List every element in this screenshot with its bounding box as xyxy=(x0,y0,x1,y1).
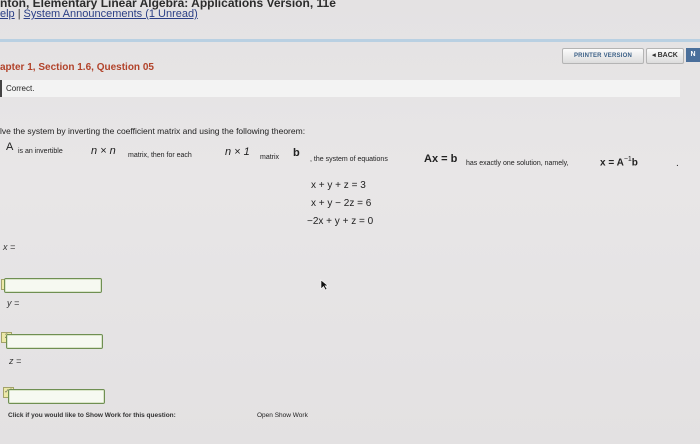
help-link[interactable]: elp xyxy=(0,8,15,20)
show-work-prompt: Click if you would like to Show Work for… xyxy=(8,412,176,419)
x-answer-input[interactable] xyxy=(4,278,102,293)
x-label: x = xyxy=(3,242,16,252)
theorem-axb: Ax = b xyxy=(424,153,457,165)
theorem-text-4: , the system of equations xyxy=(310,156,388,163)
theorem-period: . xyxy=(676,158,679,169)
back-button[interactable]: ◂ BACK xyxy=(646,48,684,64)
theorem-solution: x = A−1b xyxy=(600,156,638,168)
equation-1: x + y + z = 3 xyxy=(311,180,366,191)
open-show-work-link[interactable]: Open Show Work xyxy=(257,412,308,419)
z-answer-input[interactable] xyxy=(8,389,105,404)
equation-3: −2x + y + z = 0 xyxy=(307,216,374,227)
printer-version-button[interactable]: PRINTER VERSION xyxy=(562,48,644,64)
theorem-axb-text: Ax = b xyxy=(424,153,458,165)
system-announcements-link[interactable]: System Announcements (1 Unread) xyxy=(24,8,198,20)
theorem-inverse-exponent: −1 xyxy=(623,156,632,163)
status-message: Correct. xyxy=(0,80,680,97)
top-links: elp | System Announcements (1 Unread) xyxy=(0,8,198,20)
equation-2: x + y − 2z = 6 xyxy=(311,198,372,209)
next-button[interactable]: N xyxy=(686,48,700,62)
y-answer-input[interactable] xyxy=(6,334,103,349)
z-label: z = xyxy=(9,356,22,366)
theorem-text-5: has exactly one solution, namely, xyxy=(466,160,569,167)
y-label: y = xyxy=(7,298,20,308)
theorem-matrix-a: A xyxy=(6,141,14,153)
theorem-solution-b: b xyxy=(631,157,638,169)
theorem-nxn: n × n xyxy=(91,145,116,157)
instructions-text: lve the system by inverting the coeffici… xyxy=(0,126,306,136)
link-separator: | xyxy=(17,8,21,20)
theorem-solution-lhs: x = A xyxy=(600,157,624,169)
theorem-text-1: is an invertible xyxy=(18,148,63,155)
header-divider xyxy=(0,39,700,42)
theorem-nx1: n × 1 xyxy=(225,146,250,158)
section-title: apter 1, Section 1.6, Question 05 xyxy=(0,62,154,73)
mouse-cursor-icon xyxy=(320,279,329,291)
theorem-text-3: matrix xyxy=(260,154,280,161)
theorem-text-2: matrix, then for each xyxy=(128,152,192,159)
theorem-vector-b: b xyxy=(293,147,300,159)
